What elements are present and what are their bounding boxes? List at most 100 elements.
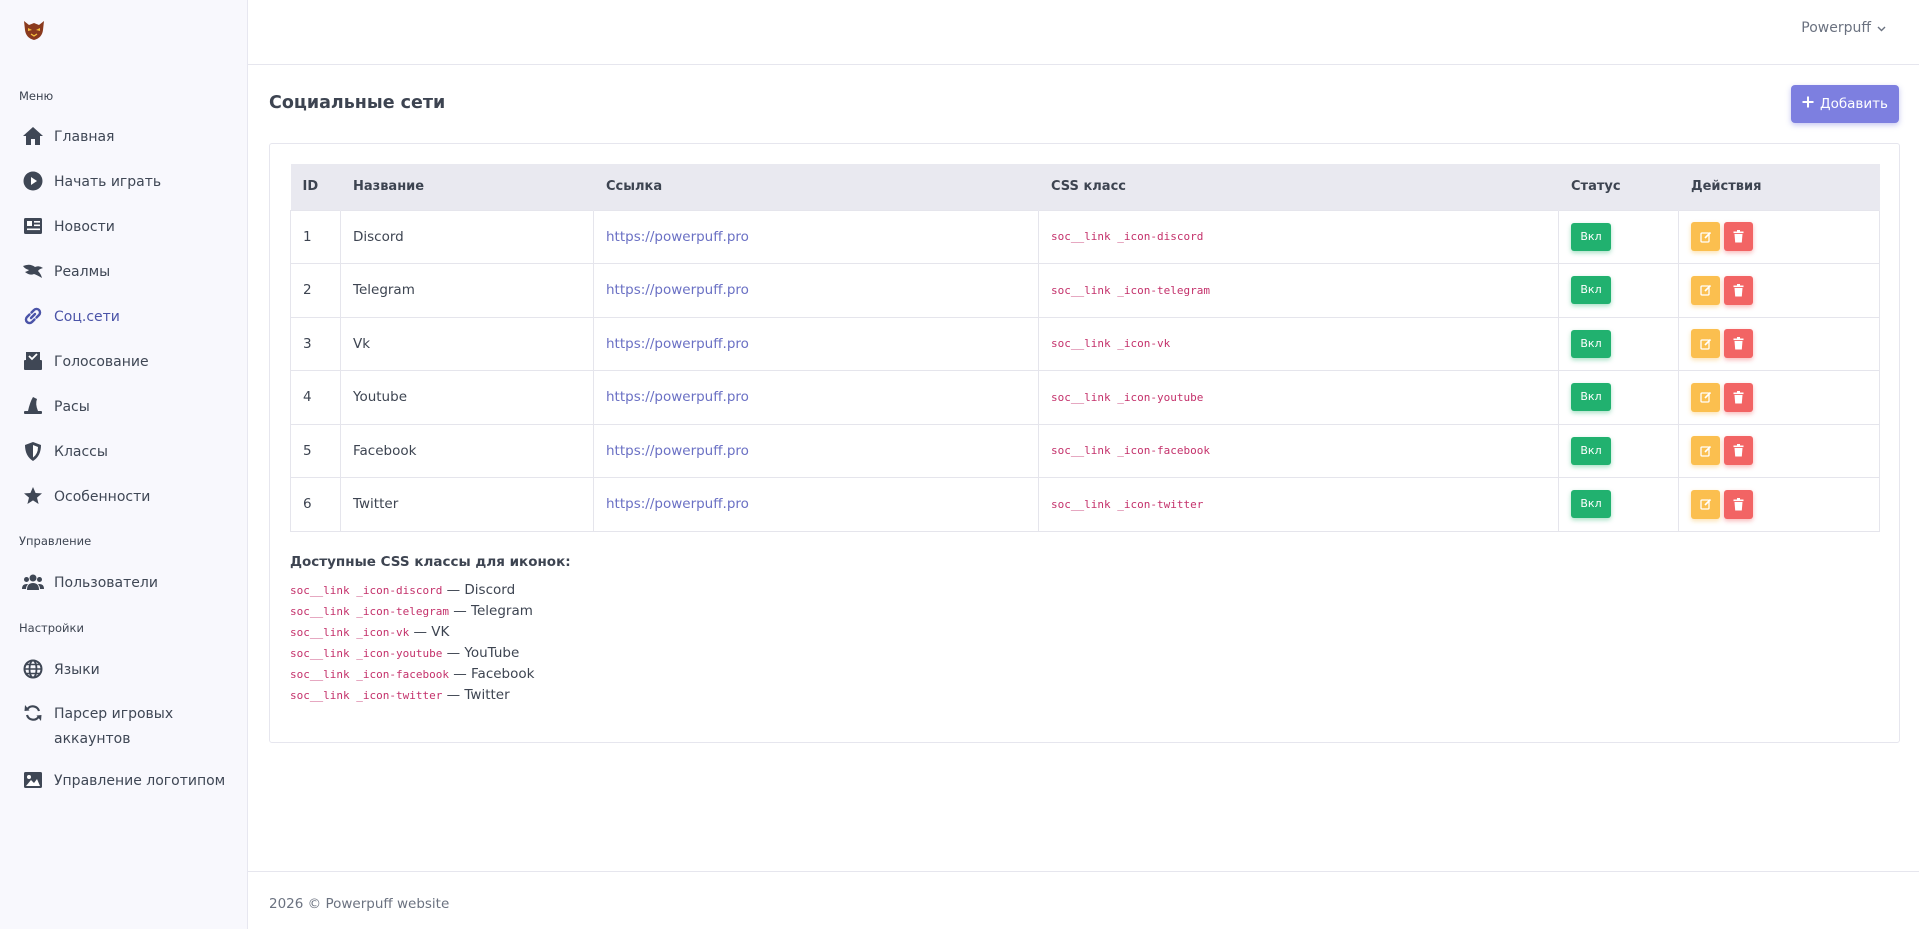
section-title-settings: Настройки xyxy=(19,621,84,635)
cell-css-class: soc__link _icon-vk xyxy=(1038,316,1559,371)
cell-css-class: soc__link _icon-youtube xyxy=(1038,370,1559,425)
edit-icon xyxy=(1699,338,1711,350)
sidebar-item-voting[interactable]: Голосование xyxy=(22,350,237,374)
table-row: 3 Vk https://powerpuff.pro soc__link _icon-… xyxy=(290,316,1880,371)
sidebar-item-logo-management[interactable]: Управление логотипом xyxy=(22,769,237,793)
sidebar-item-races[interactable]: Расы xyxy=(22,395,237,419)
newspaper-icon xyxy=(22,215,44,237)
page-title: Социальные сети xyxy=(269,93,446,113)
column-header-link: Ссылка xyxy=(593,164,1039,210)
edit-icon xyxy=(1699,231,1711,243)
column-header-css: CSS класс xyxy=(1038,164,1559,210)
cell-link[interactable]: https://powerpuff.pro xyxy=(593,316,1039,371)
table-row: 5 Facebook https://powerpuff.pro soc__link … xyxy=(290,423,1880,478)
delete-button[interactable] xyxy=(1724,222,1753,252)
hint-line: soc__link _icon-youtube — YouTube xyxy=(290,643,571,664)
sidebar-item-news[interactable]: Новости xyxy=(22,215,237,239)
column-header-status: Статус xyxy=(1558,164,1679,210)
footer: 2026 © Powerpuff website xyxy=(248,871,1919,929)
cell-css-class: soc__link _icon-discord xyxy=(1038,209,1559,264)
sidebar-item-label: Языки xyxy=(54,662,100,678)
dragon-icon xyxy=(22,260,44,282)
edit-button[interactable] xyxy=(1691,329,1720,359)
sidebar-item-play[interactable]: Начать играть xyxy=(22,170,237,194)
edit-button[interactable] xyxy=(1691,436,1720,466)
hint-css-class: soc__link _icon-discord xyxy=(290,584,443,597)
delete-button[interactable] xyxy=(1724,436,1753,466)
delete-button[interactable] xyxy=(1724,489,1753,519)
edit-icon xyxy=(1699,285,1711,296)
sidebar-item-features[interactable]: Особенности xyxy=(22,485,237,509)
hint-network-name: — YouTube xyxy=(442,645,520,661)
users-icon xyxy=(22,571,44,593)
topbar: Powerpuff xyxy=(248,0,1919,65)
trash-icon xyxy=(1733,337,1744,350)
cell-link[interactable]: https://powerpuff.pro xyxy=(593,423,1039,478)
sidebar-item-parser[interactable]: Парсер игровых аккаунтов xyxy=(22,702,237,752)
delete-button[interactable] xyxy=(1724,382,1753,412)
sidebar-item-label: Особенности xyxy=(54,489,151,505)
sidebar-item-classes[interactable]: Классы xyxy=(22,440,237,464)
cell-actions xyxy=(1678,423,1880,478)
footer-copyright: 2026 © Powerpuff website xyxy=(269,896,450,912)
hint-line: soc__link _icon-vk — VK xyxy=(290,622,571,643)
edit-button[interactable] xyxy=(1691,222,1720,252)
edit-icon xyxy=(1699,445,1711,457)
add-button[interactable]: Добавить xyxy=(1791,85,1899,123)
star-icon xyxy=(22,485,44,507)
sidebar-item-languages[interactable]: Языки xyxy=(22,658,237,682)
logo-icon[interactable] xyxy=(22,19,46,43)
status-badge[interactable]: Вкл xyxy=(1571,329,1611,358)
trash-icon xyxy=(1733,497,1744,511)
hint-network-name: — Twitter xyxy=(442,687,510,703)
trash-icon xyxy=(1733,390,1744,404)
chevron-down-icon xyxy=(1877,20,1886,36)
hint-css-class: soc__link _icon-vk xyxy=(290,626,410,639)
edit-button[interactable] xyxy=(1691,382,1720,412)
table-row: 1 Discord https://powerpuff.pro soc__link _… xyxy=(290,209,1880,264)
status-badge[interactable]: Вкл xyxy=(1571,490,1611,519)
sidebar-item-label: Реалмы xyxy=(54,264,111,280)
sidebar-item-realms[interactable]: Реалмы xyxy=(22,260,237,284)
status-badge[interactable]: Вкл xyxy=(1571,383,1611,412)
hint-line: soc__link _icon-discord — Discord xyxy=(290,580,571,601)
table-row: 2 Telegram https://powerpuff.pro soc__link … xyxy=(290,263,1880,318)
section-title-management: Управление xyxy=(19,534,92,548)
column-header-name: Название xyxy=(340,164,594,210)
cell-id: 3 xyxy=(290,316,341,371)
cell-link[interactable]: https://powerpuff.pro xyxy=(593,370,1039,425)
status-badge[interactable]: Вкл xyxy=(1571,436,1611,465)
sidebar-item-social[interactable]: Соц.сети xyxy=(22,305,237,329)
vote-box-icon xyxy=(22,350,44,372)
cell-link[interactable]: https://powerpuff.pro xyxy=(593,477,1039,532)
cell-name: Twitter xyxy=(340,477,594,532)
cell-name: Facebook xyxy=(340,423,594,478)
sidebar-item-label: Соц.сети xyxy=(54,309,120,325)
cell-name: Discord xyxy=(340,209,594,264)
user-menu[interactable]: Powerpuff xyxy=(1801,20,1886,36)
sidebar-item-label: Новости xyxy=(54,219,115,235)
cell-id: 1 xyxy=(290,209,341,264)
cell-id: 2 xyxy=(290,263,341,318)
link-icon xyxy=(22,305,44,327)
sidebar-item-home[interactable]: Главная xyxy=(22,125,237,149)
delete-button[interactable] xyxy=(1724,329,1753,359)
cell-status: Вкл xyxy=(1558,370,1679,425)
cell-link[interactable]: https://powerpuff.pro xyxy=(593,209,1039,264)
hint-css-class: soc__link _icon-telegram xyxy=(290,605,449,618)
cell-status: Вкл xyxy=(1558,316,1679,371)
sidebar-item-label: Расы xyxy=(54,399,90,415)
table-row: 4 Youtube https://powerpuff.pro soc__link _… xyxy=(290,370,1880,425)
table-row: 6 Twitter https://powerpuff.pro soc__link _… xyxy=(290,477,1880,532)
sidebar: Меню Главная Начать играть Новости Реалм… xyxy=(0,0,248,929)
status-badge[interactable]: Вкл xyxy=(1571,276,1611,305)
sidebar-item-users[interactable]: Пользователи xyxy=(22,571,237,595)
hint-title: Доступные CSS классы для иконок: xyxy=(290,554,571,570)
table-header-row: ID Название Ссылка CSS класс Статус Дейс… xyxy=(290,164,1880,210)
edit-button[interactable] xyxy=(1691,489,1720,519)
sidebar-item-label: Классы xyxy=(54,444,108,460)
status-badge[interactable]: Вкл xyxy=(1571,222,1611,251)
delete-button[interactable] xyxy=(1724,275,1753,305)
cell-link[interactable]: https://powerpuff.pro xyxy=(593,263,1039,318)
edit-button[interactable] xyxy=(1691,275,1720,305)
